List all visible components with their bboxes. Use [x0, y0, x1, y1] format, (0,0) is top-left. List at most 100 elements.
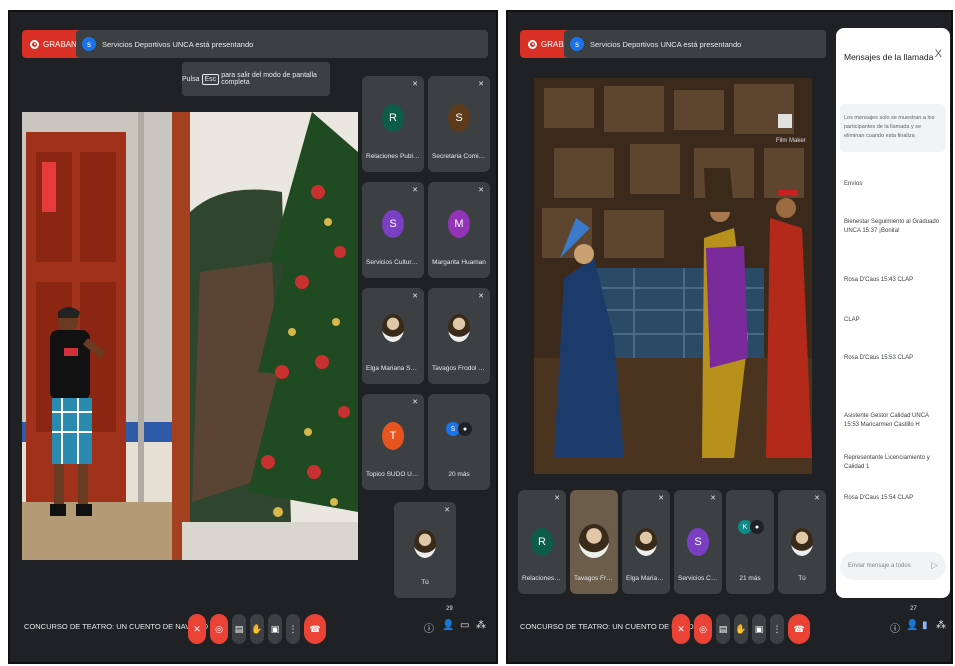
mic-toggle-button[interactable]: ✕	[188, 614, 206, 644]
avatar: S	[687, 528, 709, 556]
present-button[interactable]: ▣	[752, 614, 766, 644]
chat-notice: Los mensajes solo se muestran a los part…	[840, 104, 946, 152]
participant-name: Relaciones Publicas...	[366, 153, 420, 160]
participant-tile[interactable]: ✕ Elga Mariana San...	[622, 490, 670, 594]
send-icon[interactable]: ▷	[931, 560, 938, 571]
mic-toggle-button[interactable]: ✕	[672, 614, 690, 644]
mic-off-icon: ✕	[478, 293, 484, 300]
mic-off-icon: ✕	[412, 293, 418, 300]
participant-tile[interactable]: Tavagos Frodol...	[570, 490, 618, 594]
chat-message: Rosa D'Caus 15:43 CLAP	[844, 277, 914, 283]
chat-message: Representante Licenciamiento y Calidad 1	[844, 455, 930, 470]
chat-icon[interactable]: ▭	[460, 620, 469, 631]
participant-count: 29	[446, 606, 453, 612]
mic-off-icon: ✕	[554, 495, 560, 502]
participant-tile[interactable]: ✕ S Secretaria Comite Te...	[428, 76, 490, 172]
toast-key: Esc	[201, 73, 220, 85]
video-overlay-text: Film Maker	[776, 138, 806, 144]
participant-name: Servicios Cultura...	[678, 575, 718, 582]
captions-button[interactable]: ▤	[716, 614, 730, 644]
self-tile[interactable]: ✕ Tú	[394, 502, 456, 598]
avatar: S	[448, 104, 470, 132]
participant-photo	[791, 528, 813, 556]
participant-tile[interactable]: ✕ Tavagos Frodol Rach...	[428, 288, 490, 384]
mic-off-icon: ✕	[444, 507, 450, 514]
participant-name: Tavagos Frodol Rach...	[432, 365, 486, 372]
record-icon	[30, 39, 39, 49]
present-button[interactable]: ▣	[268, 614, 282, 644]
participant-photo	[635, 528, 657, 556]
chat-message: Envíos	[844, 181, 863, 187]
raise-hand-button[interactable]: ✋	[734, 614, 748, 644]
presentation-video: Film Maker	[534, 78, 812, 474]
participant-photo	[382, 314, 404, 342]
participant-name: Secretaria Comite Te...	[432, 153, 486, 160]
camera-toggle-button[interactable]: ◎	[210, 614, 228, 644]
toast-prefix: Pulsa	[182, 75, 200, 83]
presenter-text: Servicios Deportivos UNCA está presentan…	[590, 39, 742, 49]
participant-tile[interactable]: ✕ M Margarita Huaman	[428, 182, 490, 278]
participant-name: Tavagos Frodol...	[574, 575, 614, 582]
activities-icon[interactable]: ⁂	[936, 620, 946, 631]
participant-name: Tú	[798, 575, 806, 582]
participant-tile[interactable]: ✕ S Servicios Culturales ...	[362, 182, 424, 278]
participant-name: Topico SUDO UNCA	[366, 471, 420, 478]
people-icon[interactable]: 👤	[442, 620, 454, 631]
presenter-text: Servicios Deportivos UNCA está presentan…	[102, 39, 254, 49]
record-icon	[528, 39, 537, 49]
participant-tile[interactable]: ✕ Elga Mariana Sancha...	[362, 288, 424, 384]
mic-off-icon: ✕	[658, 495, 664, 502]
raise-hand-button[interactable]: ✋	[250, 614, 264, 644]
self-tile[interactable]: ✕ Tú	[778, 490, 826, 594]
chat-message: Asistente Gestor Calidad UNCA 15:53 Mari…	[844, 413, 929, 428]
avatar-stack-icon: ●	[750, 520, 764, 534]
more-participants-tile[interactable]: S ● 20 más	[428, 394, 490, 490]
participant-count: 27	[910, 606, 917, 612]
people-icon[interactable]: 👤	[906, 620, 918, 631]
avatar: R	[531, 528, 553, 556]
info-icon[interactable]: ⓘ	[424, 620, 434, 635]
presentation-video	[22, 112, 358, 560]
participant-tile[interactable]: ✕ R Relaciones Publicas...	[362, 76, 424, 172]
participant-photo	[579, 524, 609, 558]
video-frame	[22, 112, 358, 560]
right-meet-window: GRABANDO s Servicios Deportivos UNCA est…	[506, 10, 953, 664]
leave-call-button[interactable]: ☎	[304, 614, 326, 644]
mic-off-icon: ✕	[478, 187, 484, 194]
presenter-avatar: s	[82, 37, 96, 51]
participant-tile[interactable]: ✕ R Relaciones Publi...	[518, 490, 566, 594]
mic-off-icon: ✕	[412, 399, 418, 406]
chat-input[interactable]: Enviar mensaje a todos ▷	[840, 552, 946, 580]
close-chat-button[interactable]: X	[935, 48, 942, 60]
camera-toggle-button[interactable]: ◎	[694, 614, 712, 644]
control-bar: CONCURSO DE TEATRO: UN CUENTO DE NAVIDAD…	[508, 606, 951, 646]
participant-name: Elga Mariana San...	[626, 575, 666, 582]
activities-icon[interactable]: ⁂	[476, 620, 486, 631]
fullscreen-toast: Pulsa Esc para salir del modo de pantall…	[182, 62, 330, 96]
presenter-banner: s Servicios Deportivos UNCA está present…	[76, 30, 488, 58]
info-icon[interactable]: ⓘ	[890, 620, 900, 635]
mic-off-icon: ✕	[412, 187, 418, 194]
participant-name: Servicios Culturales ...	[366, 259, 420, 266]
chat-icon[interactable]: ▮	[922, 620, 928, 631]
leave-call-button[interactable]: ☎	[788, 614, 810, 644]
more-participants-tile[interactable]: K ● 21 más	[726, 490, 774, 594]
avatar-stack-icon: ●	[458, 422, 472, 436]
meeting-title: CONCURSO DE TEATRO: UN CUENTO DE NAVIDAD	[24, 622, 209, 631]
presenter-avatar: s	[570, 37, 584, 51]
participant-tile[interactable]: ✕ T Topico SUDO UNCA	[362, 394, 424, 490]
participant-photo	[414, 530, 436, 558]
captions-button[interactable]: ▤	[232, 614, 246, 644]
mic-off-icon: ✕	[478, 81, 484, 88]
avatar: T	[382, 422, 404, 450]
more-options-button[interactable]: ⋮	[770, 614, 784, 644]
mic-off-icon: ✕	[412, 81, 418, 88]
more-options-button[interactable]: ⋮	[286, 614, 300, 644]
participant-name: Margarita Huaman	[432, 259, 486, 266]
participant-tile[interactable]: ✕ S Servicios Cultura...	[674, 490, 722, 594]
control-bar: CONCURSO DE TEATRO: UN CUENTO DE NAVIDAD…	[10, 606, 496, 646]
chat-panel: Mensajes de la llamada X Los mensajes so…	[836, 28, 950, 598]
video-frame: Film Maker	[534, 78, 812, 474]
avatar: R	[382, 104, 404, 132]
chat-message: Bienestar Seguimiento al Graduado UNCA 1…	[844, 219, 940, 234]
